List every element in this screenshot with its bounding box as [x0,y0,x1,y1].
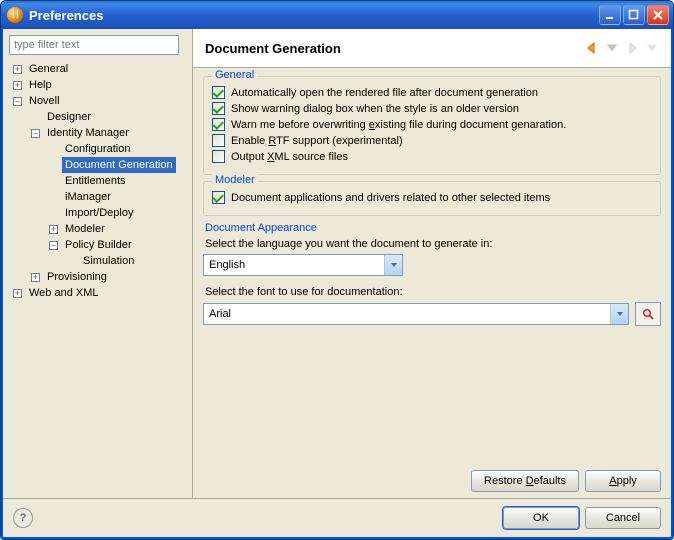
group-modeler: Modeler Document applications and driver… [203,181,661,216]
combo-value: Arial [204,308,610,320]
forward-menu-button[interactable] [643,39,661,57]
page-title: Document Generation [205,41,581,56]
close-button[interactable] [647,5,669,25]
back-menu-button[interactable] [603,39,621,57]
checkbox-auto-open[interactable]: Automatically open the rendered file aft… [212,86,652,99]
tree-node-simulation[interactable]: Simulation [9,253,188,269]
group-legend: General [212,69,257,81]
font-row: Arial [203,302,661,326]
tree-node-imanager[interactable]: iManager [9,189,188,205]
ok-button[interactable]: OK [503,507,579,529]
tree-node-policy-builder[interactable]: – Policy Builder [9,237,188,253]
forward-button[interactable] [623,39,641,57]
chevron-down-icon [384,255,402,275]
expand-icon[interactable]: + [49,225,58,234]
expand-icon[interactable]: + [13,65,22,74]
checkbox-label: Warn me before overwriting existing file… [231,119,566,131]
checkbox-doc-apps[interactable]: Document applications and drivers relate… [212,191,652,204]
combo-value: English [204,259,384,271]
preferences-tree: + General + Help – Novell [9,61,188,494]
checkbox-icon [212,118,225,131]
back-button[interactable] [583,39,601,57]
collapse-icon[interactable]: – [49,241,58,250]
language-combo[interactable]: English [203,254,403,276]
top-split: + General + Help – Novell [3,29,671,498]
appearance-heading: Document Appearance [205,222,661,234]
filter-input[interactable] [9,35,179,55]
group-general: General Automatically open the rendered … [203,76,661,175]
checkbox-xml-output[interactable]: Output XML source files [212,150,652,163]
checkbox-show-warning[interactable]: Show warning dialog box when the style i… [212,102,652,115]
tree-node-designer[interactable]: Designer [9,109,188,125]
left-pane: + General + Help – Novell [3,29,193,498]
client-area: + General + Help – Novell [1,29,673,539]
checkbox-label: Output XML source files [231,151,348,163]
tree-node-identity-manager[interactable]: – Identity Manager [9,125,188,141]
checkbox-label: Document applications and drivers relate… [231,192,550,204]
tree-node-general[interactable]: + General [9,61,188,77]
minimize-button[interactable] [599,5,621,25]
font-combo[interactable]: Arial [203,303,629,325]
language-label: Select the language you want the documen… [205,238,661,250]
checkbox-icon [212,86,225,99]
checkbox-warn-overwrite[interactable]: Warn me before overwriting existing file… [212,118,652,131]
window-title: Preferences [29,8,597,23]
tree-node-modeler[interactable]: + Modeler [9,221,188,237]
checkbox-label: Enable RTF support (experimental) [231,135,403,147]
page-header: Document Generation [193,29,671,68]
checkbox-icon [212,150,225,163]
checkbox-icon [212,102,225,115]
font-label: Select the font to use for documentation… [205,286,661,298]
tree-node-help[interactable]: + Help [9,77,188,93]
cancel-button[interactable]: Cancel [585,507,661,529]
app-icon [7,7,23,23]
group-legend: Modeler [212,174,258,186]
expand-icon[interactable]: + [13,289,22,298]
page-button-row: Restore Defaults Apply [193,464,671,498]
titlebar[interactable]: Preferences [1,1,673,29]
expand-icon[interactable]: + [31,273,40,282]
preferences-window: Preferences + General [0,0,674,540]
help-icon[interactable]: ? [13,508,33,528]
bottom-bar: ? OK Cancel [3,498,671,537]
tree-node-web-and-xml[interactable]: + Web and XML [9,285,188,301]
font-browse-button[interactable] [635,302,661,326]
collapse-icon[interactable]: – [13,97,22,106]
tree-node-import-deploy[interactable]: Import/Deploy [9,205,188,221]
tree-node-configuration[interactable]: Configuration [9,141,188,157]
checkbox-icon [212,191,225,204]
checkbox-label: Automatically open the rendered file aft… [231,87,538,99]
tree-node-provisioning[interactable]: + Provisioning [9,269,188,285]
checkbox-icon [212,134,225,147]
collapse-icon[interactable]: – [31,129,40,138]
chevron-down-icon [610,304,628,324]
page-body: General Automatically open the rendered … [193,68,671,464]
tree-node-document-generation[interactable]: Document Generation [9,157,188,173]
restore-defaults-button[interactable]: Restore Defaults [471,470,579,492]
checkbox-rtf-support[interactable]: Enable RTF support (experimental) [212,134,652,147]
expand-icon[interactable]: + [13,81,22,90]
tree-node-novell[interactable]: – Novell [9,93,188,109]
right-pane: Document Generation [193,29,671,498]
maximize-button[interactable] [623,5,645,25]
apply-button[interactable]: Apply [585,470,661,492]
tree-node-entitlements[interactable]: Entitlements [9,173,188,189]
checkbox-label: Show warning dialog box when the style i… [231,103,519,115]
